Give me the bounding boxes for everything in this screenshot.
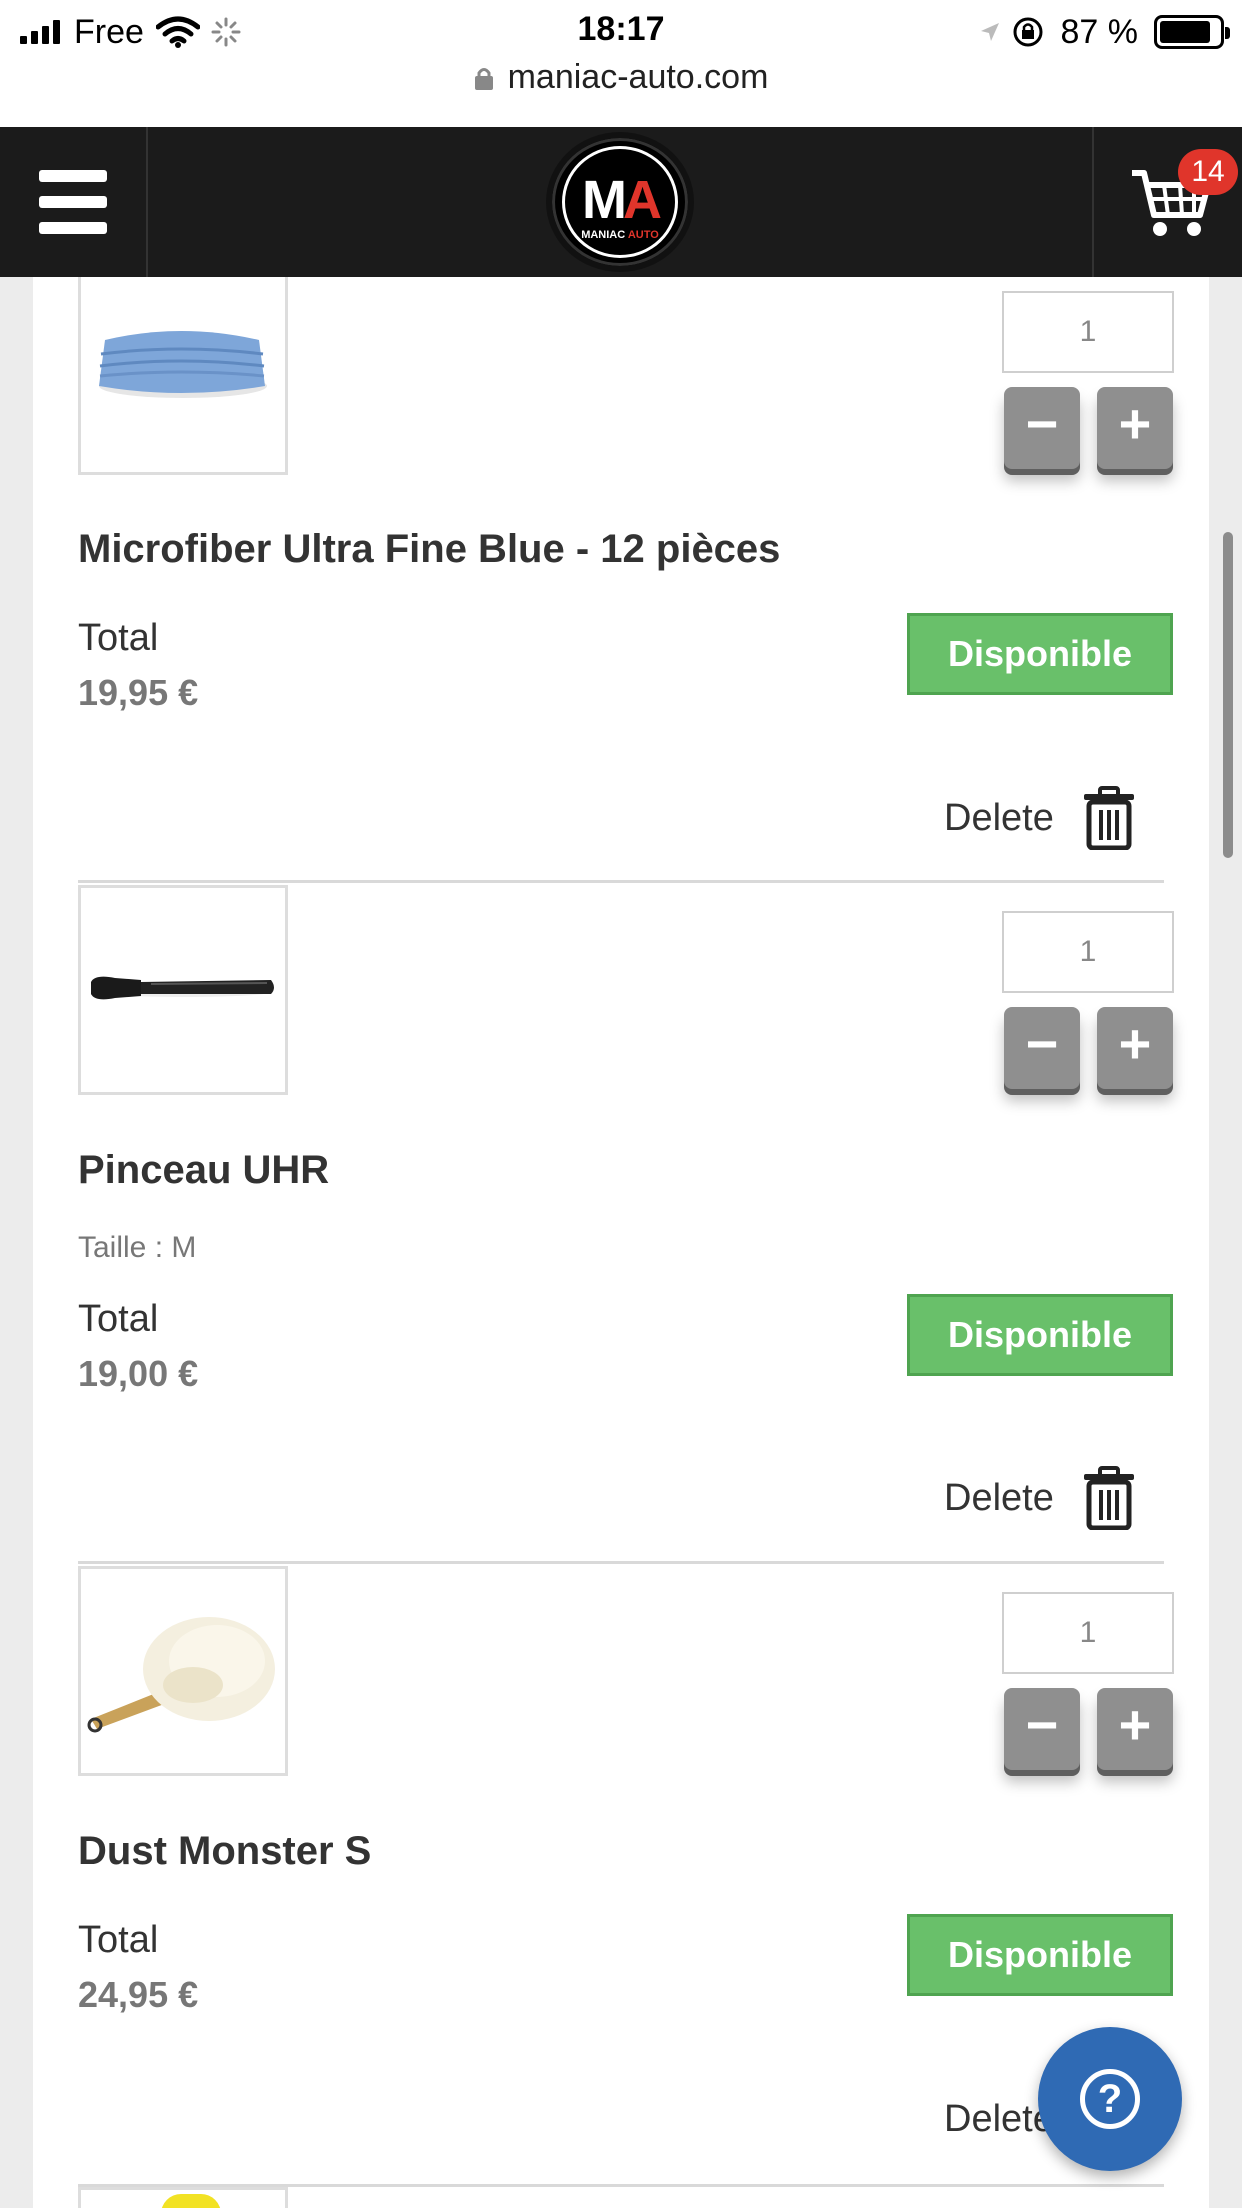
cart-content: − + Microfiber Ultra Fine Blue - 12 pièc… — [33, 277, 1209, 2208]
delete-label: Delete — [944, 796, 1054, 839]
battery-percentage: 87 % — [1060, 12, 1139, 51]
product-title[interactable]: Pinceau UHR — [78, 1148, 329, 1193]
availability-badge: Disponible — [907, 1294, 1173, 1376]
site-header: MA MANIAC AUTO 14 — [0, 127, 1242, 277]
delete-item-button[interactable]: Delete — [944, 783, 1136, 853]
address-bar[interactable]: maniac-auto.com — [0, 58, 1242, 97]
trash-icon — [1083, 786, 1134, 850]
product-option: Taille : M — [78, 1231, 197, 1264]
logo-wordmark: MANIAC AUTO — [581, 229, 659, 241]
cart-count-badge: 14 — [1178, 149, 1238, 195]
site-logo[interactable]: MA MANIAC AUTO — [546, 132, 694, 272]
plus-icon: + — [1118, 392, 1152, 455]
cart-item: − + Dust Monster S Total 24,95 € Disponi… — [78, 1564, 1174, 2204]
cart-item: − + Pinceau UHR Taille : M Total 19,00 €… — [78, 883, 1174, 1563]
product-image[interactable] — [78, 885, 288, 1095]
cart-item: − + Microfiber Ultra Fine Blue - 12 pièc… — [78, 277, 1174, 877]
increase-quantity-button[interactable]: + — [1097, 1007, 1173, 1089]
duster-image — [81, 1569, 285, 1773]
help-button[interactable]: ? — [1038, 2027, 1182, 2171]
total-label: Total — [78, 1919, 159, 1961]
next-product-image[interactable] — [78, 2187, 288, 2208]
availability-badge: Disponible — [907, 1914, 1173, 1996]
status-bar-right: 87 % — [979, 12, 1230, 52]
quantity-input[interactable] — [1002, 291, 1174, 373]
brush-image — [81, 888, 285, 1092]
minus-icon: − — [1025, 392, 1059, 455]
product-title[interactable]: Microfiber Ultra Fine Blue - 12 pièces — [78, 527, 780, 572]
total-price: 19,00 € — [78, 1353, 199, 1394]
delete-item-button[interactable]: Delete — [944, 1463, 1136, 1533]
decrease-quantity-button[interactable]: − — [1004, 1007, 1080, 1089]
url-text: maniac-auto.com — [507, 58, 769, 96]
increase-quantity-button[interactable]: + — [1097, 387, 1173, 469]
total-label: Total — [78, 1298, 159, 1340]
quantity-input[interactable] — [1002, 911, 1174, 993]
plus-icon: + — [1118, 1012, 1152, 1075]
page-scrollbar[interactable] — [1223, 532, 1233, 858]
minus-icon: − — [1025, 1693, 1059, 1756]
delete-label: Delete — [944, 1476, 1054, 1519]
rotation-lock-icon — [1013, 17, 1042, 47]
ios-status-bar: Free 18:17 87 % maniac-auto.com — [0, 0, 1242, 127]
hamburger-menu-icon[interactable] — [0, 127, 148, 277]
increase-quantity-button[interactable]: + — [1097, 1688, 1173, 1770]
battery-icon — [1154, 15, 1230, 49]
product-title[interactable]: Dust Monster S — [78, 1829, 371, 1874]
trash-icon — [1083, 1466, 1134, 1530]
minus-icon: − — [1025, 1012, 1059, 1075]
decrease-quantity-button[interactable]: − — [1004, 387, 1080, 469]
plus-icon: + — [1118, 1693, 1152, 1756]
location-arrow-icon — [980, 23, 999, 41]
total-price: 24,95 € — [78, 1974, 199, 2015]
decrease-quantity-button[interactable]: − — [1004, 1688, 1080, 1770]
logo-ring: MA MANIAC AUTO — [562, 146, 678, 258]
battery-level-fill — [1160, 21, 1211, 43]
microfiber-towels-image — [81, 277, 285, 472]
logo-letters: MA — [582, 170, 662, 230]
product-image[interactable] — [78, 277, 288, 475]
lock-icon — [474, 68, 493, 90]
total-label: Total — [78, 617, 159, 659]
quantity-input[interactable] — [1002, 1592, 1174, 1674]
help-icon: ? — [1080, 2069, 1140, 2129]
product-image[interactable] — [78, 1566, 288, 1776]
total-price: 19,95 € — [78, 672, 199, 713]
availability-badge: Disponible — [907, 613, 1173, 695]
cart-button[interactable]: 14 — [1092, 127, 1242, 277]
